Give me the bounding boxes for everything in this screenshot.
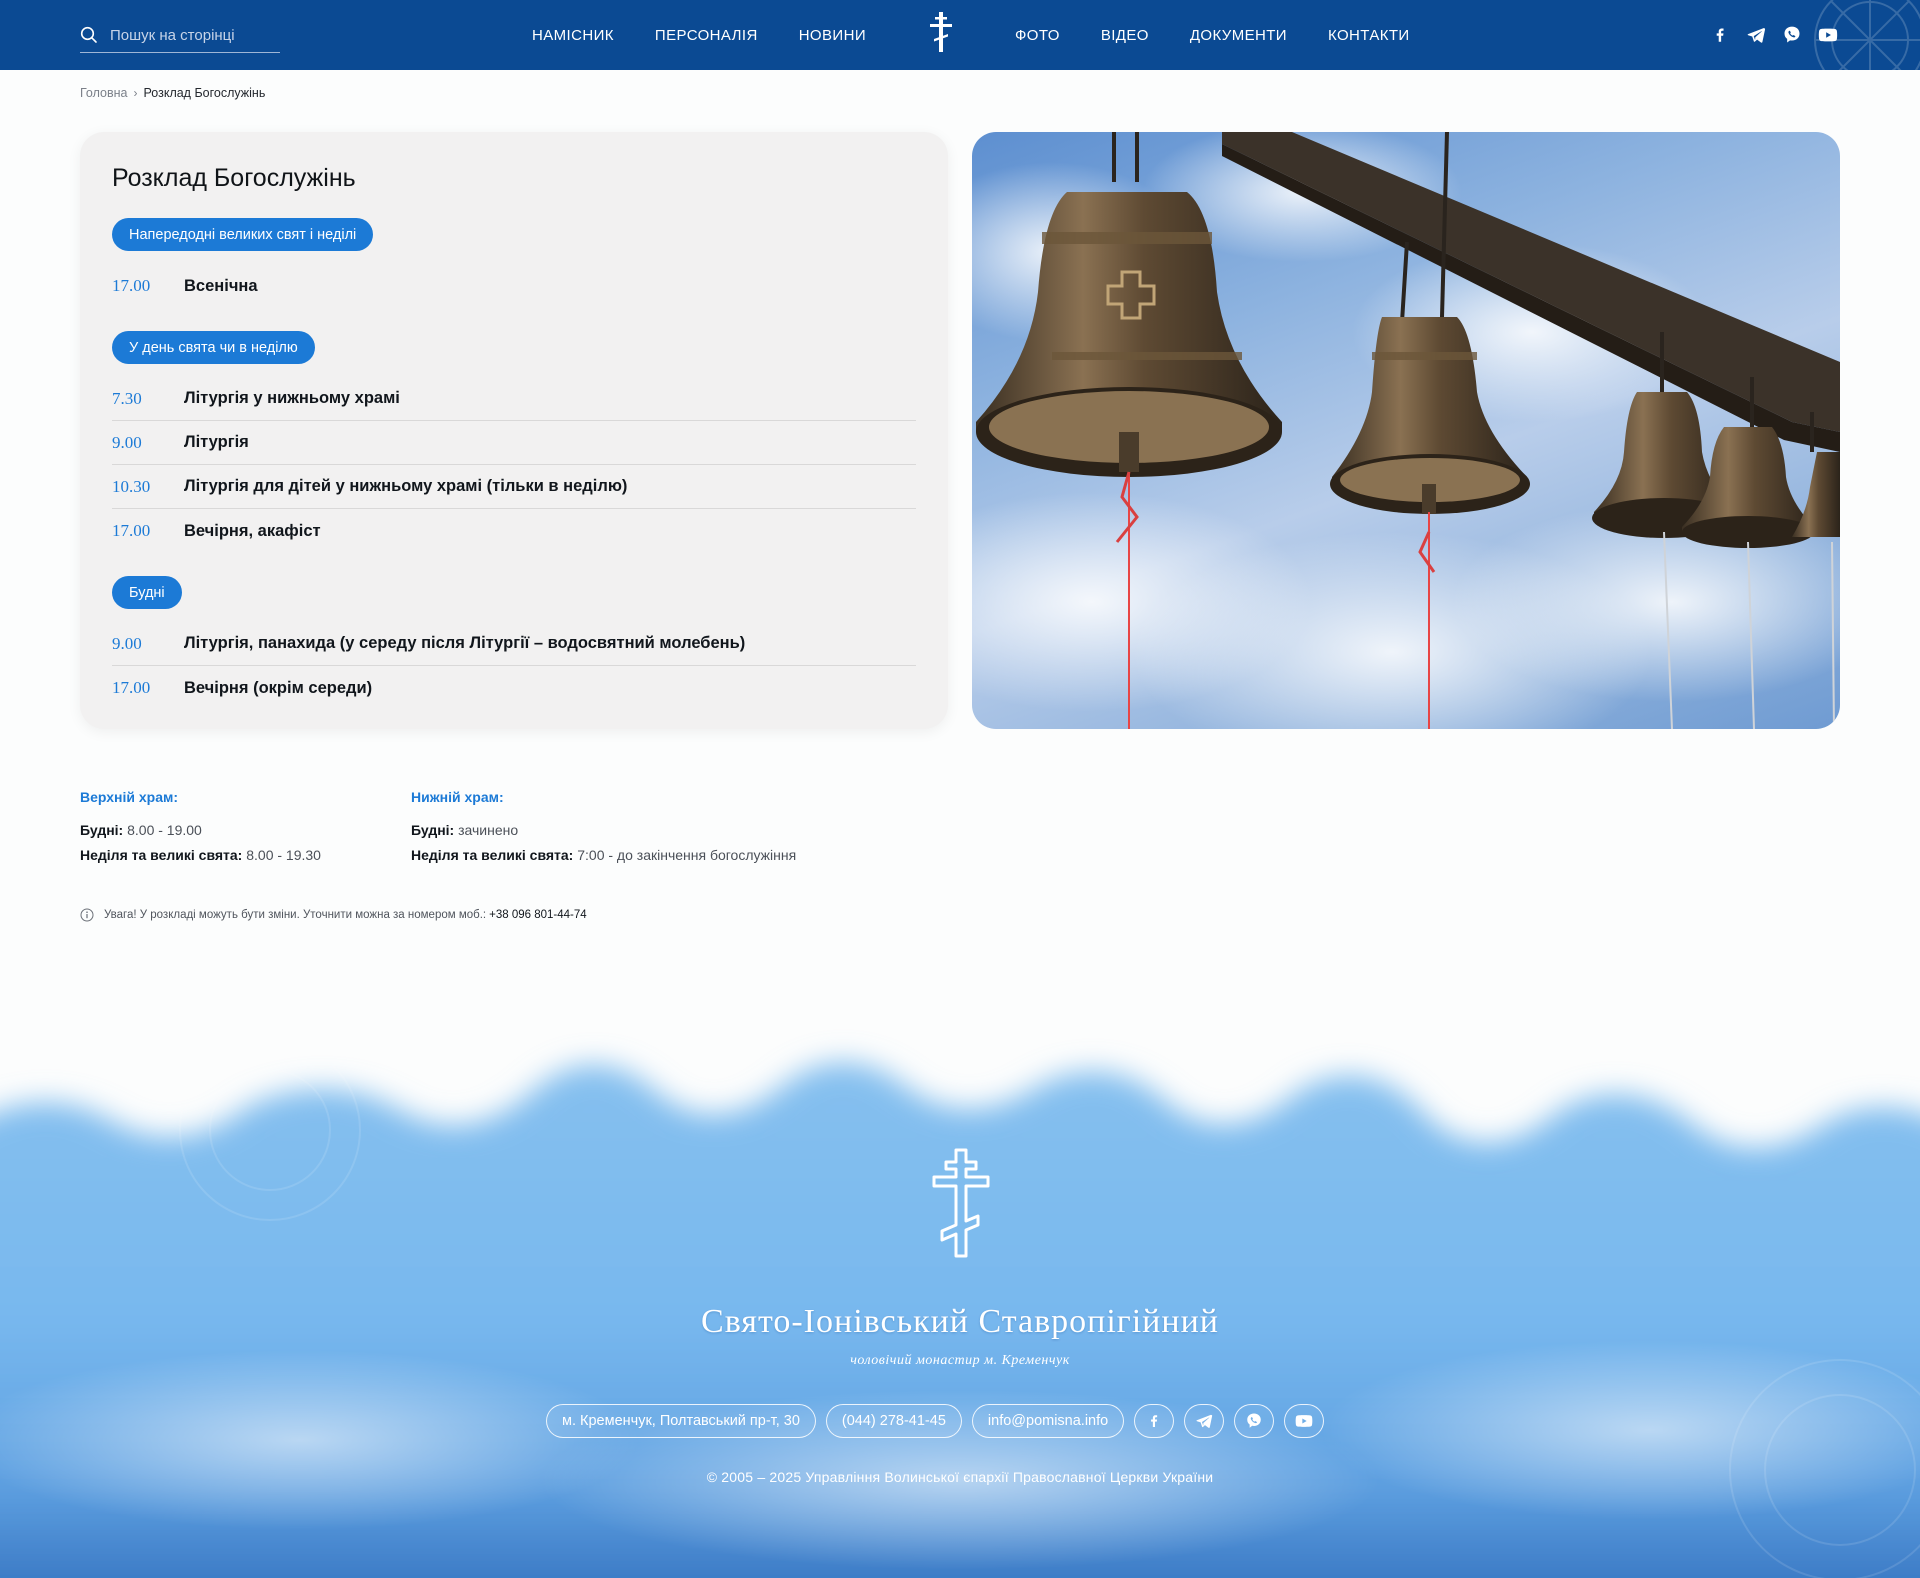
schedule-row: 17.00 Всенічна bbox=[112, 264, 916, 308]
header-socials bbox=[1708, 23, 1840, 47]
bells-photo bbox=[972, 132, 1840, 729]
nav-link-video[interactable]: ВІДЕО bbox=[1101, 27, 1149, 44]
weekdays-value: 8.00 - 19.00 bbox=[127, 822, 202, 838]
breadcrumb-current: Розклад Богослужінь bbox=[143, 86, 266, 100]
weekdays-label: Будні: bbox=[80, 822, 124, 838]
notice-text: Увага! У розкладі можуть бути зміни. Уто… bbox=[104, 909, 487, 921]
footer-viber-icon[interactable] bbox=[1234, 1404, 1275, 1438]
holidays-value: 7:00 - до закінчення богослужіння bbox=[577, 847, 797, 863]
facebook-icon[interactable] bbox=[1708, 23, 1732, 47]
lower-temple-title: Нижній храм: bbox=[411, 789, 504, 805]
nav-link-namisnyk[interactable]: НАМІСНИК bbox=[532, 27, 614, 44]
schedule-service: Вечірня, акафіст bbox=[184, 521, 321, 540]
breadcrumb-separator: › bbox=[133, 86, 138, 100]
nav-link-kontakty[interactable]: КОНТАКТИ bbox=[1328, 27, 1410, 44]
footer-telegram-icon[interactable] bbox=[1184, 1404, 1225, 1438]
search-icon bbox=[80, 26, 97, 43]
nav-link-personalia[interactable]: ПЕРСОНАЛІЯ bbox=[655, 27, 758, 44]
schedule-service: Літургія у нижньому храмі bbox=[184, 389, 400, 407]
nav-link-dokumenty[interactable]: ДОКУМЕНТИ bbox=[1190, 27, 1287, 44]
footer-phone-chip[interactable]: (044) 278-41-45 bbox=[825, 1404, 962, 1438]
upper-temple-title: Верхній храм: bbox=[80, 789, 179, 805]
viber-icon[interactable] bbox=[1780, 23, 1804, 47]
bells-illustration bbox=[972, 132, 1840, 729]
notice-phone-link[interactable]: +38 096 801-44-74 bbox=[489, 909, 587, 921]
holidays-label: Неділя та великі свята: bbox=[80, 847, 243, 863]
schedule-row: 17.00 Вечірня, акафіст bbox=[112, 509, 916, 553]
upper-weekdays-line: Будні: 8.00 - 19.00 bbox=[80, 818, 321, 843]
lower-weekdays-line: Будні: зачинено bbox=[411, 818, 796, 843]
schedule-row: 17.00 Вечірня (окрім середи) bbox=[112, 666, 916, 710]
schedule-group-label: Будні bbox=[112, 576, 182, 609]
site-header: НАМІСНИК ПЕРСОНАЛІЯ НОВИНИ ФОТО ВІДЕО ДО… bbox=[0, 0, 1920, 70]
schedule-notice: Увага! У розкладі можуть бути зміни. Уто… bbox=[80, 908, 587, 922]
schedule-row: 9.00 Літургія, панахида (у середу після … bbox=[112, 622, 916, 666]
schedule-time: 17.00 bbox=[112, 276, 151, 295]
info-icon bbox=[80, 908, 94, 922]
breadcrumb-home[interactable]: Головна bbox=[80, 86, 128, 100]
schedule-time: 17.00 bbox=[112, 678, 151, 697]
footer-address-chip[interactable]: м. Кременчук, Полтавський пр-т, 30 bbox=[546, 1404, 816, 1438]
schedule-time: 7.30 bbox=[112, 388, 142, 408]
upper-holidays-line: Неділя та великі свята: 8.00 - 19.30 bbox=[80, 843, 321, 868]
schedule-row: 10.30 Літургія для дітей у нижньому храм… bbox=[112, 465, 916, 509]
footer-orthodox-cross-icon bbox=[932, 1148, 990, 1258]
schedule-group-label: У день свята чи в неділю bbox=[112, 331, 315, 364]
search-box[interactable] bbox=[80, 20, 280, 53]
footer-monastery-title: Свято-Іонівський Ставропігійний bbox=[701, 1303, 1219, 1340]
footer-email-chip[interactable]: info@pomisna.info bbox=[971, 1404, 1125, 1438]
schedule-service: Літургія для дітей у нижньому храмі (тіл… bbox=[184, 477, 628, 495]
weekdays-value: зачинено bbox=[458, 822, 519, 838]
holidays-label: Неділя та великі свята: bbox=[411, 847, 574, 863]
lower-holidays-line: Неділя та великі свята: 7:00 - до закінч… bbox=[411, 843, 796, 868]
footer-facebook-icon[interactable] bbox=[1134, 1404, 1175, 1438]
schedule-service: Літургія, панахида (у середу після Літур… bbox=[184, 634, 746, 652]
holidays-value: 8.00 - 19.30 bbox=[246, 847, 321, 863]
schedule-time: 17.00 bbox=[112, 521, 151, 540]
schedule-time: 9.00 bbox=[112, 432, 142, 452]
nav-link-foto[interactable]: ФОТО bbox=[1015, 27, 1060, 44]
footer-youtube-icon[interactable] bbox=[1284, 1404, 1325, 1438]
schedule-service: Вечірня (окрім середи) bbox=[184, 678, 373, 697]
youtube-icon[interactable] bbox=[1816, 23, 1840, 47]
lower-temple-hours: Нижній храм: Будні: зачинено Неділя та в… bbox=[411, 785, 796, 868]
weekdays-label: Будні: bbox=[411, 822, 455, 838]
schedule-card: Розклад Богослужінь Напередодні великих … bbox=[80, 132, 948, 729]
schedule-service: Всенічна bbox=[184, 276, 258, 295]
schedule-time: 9.00 bbox=[112, 633, 142, 653]
footer-copyright: © 2005 – 2025 Управління Волинської єпар… bbox=[706, 1469, 1214, 1485]
footer-monastery-subtitle: чоловічий монастир м. Кременчук bbox=[850, 1353, 1070, 1368]
footer-contacts: м. Кременчук, Полтавський пр-т, 30 (044)… bbox=[546, 1404, 1325, 1438]
search-input[interactable] bbox=[110, 20, 270, 50]
schedule-service: Літургія bbox=[184, 433, 249, 451]
breadcrumb: Головна › Розклад Богослужінь bbox=[80, 86, 265, 100]
telegram-icon[interactable] bbox=[1744, 23, 1768, 47]
page-title: Розклад Богослужінь bbox=[112, 164, 356, 192]
schedule-row: 7.30 Літургія у нижньому храмі bbox=[112, 377, 916, 421]
schedule-time: 10.30 bbox=[112, 476, 151, 496]
footer-sky-background bbox=[0, 1039, 1920, 1578]
orthodox-cross-logo-icon[interactable] bbox=[928, 12, 954, 52]
upper-temple-hours: Верхній храм: Будні: 8.00 - 19.00 Неділя… bbox=[80, 785, 321, 868]
main-nav-left: НАМІСНИК ПЕРСОНАЛІЯ НОВИНИ bbox=[532, 0, 866, 70]
site-footer bbox=[0, 1010, 1920, 1578]
schedule-group-label: Напередодні великих свят і неділі bbox=[112, 218, 374, 251]
main-nav-right: ФОТО ВІДЕО ДОКУМЕНТИ КОНТАКТИ bbox=[1015, 0, 1410, 70]
nav-link-novyny[interactable]: НОВИНИ bbox=[799, 27, 866, 44]
schedule-row: 9.00 Літургія bbox=[112, 421, 916, 465]
